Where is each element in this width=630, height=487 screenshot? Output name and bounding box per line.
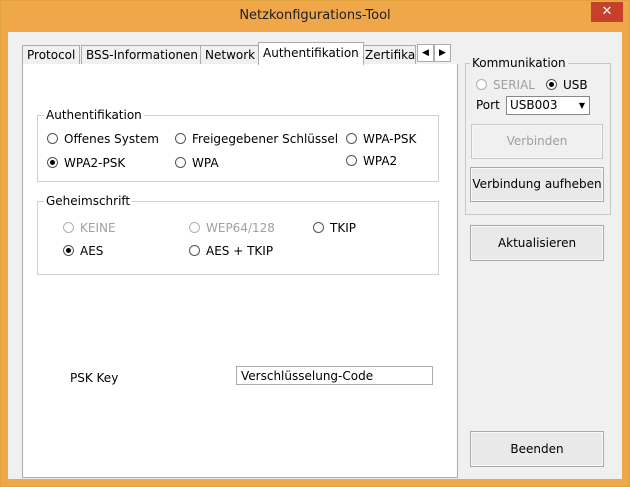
radio-icon (175, 133, 186, 144)
app-window: Netzkonfigurations-Tool ✕ Protocol BSS-I… (0, 0, 630, 487)
authentication-group-label: Authentifikation (46, 108, 142, 122)
radio-label: AES (80, 244, 104, 258)
cipher-group-label: Geheimschrift (46, 194, 131, 208)
radio-label: AES + TKIP (206, 244, 274, 258)
close-button[interactable]: ✕ (591, 2, 623, 22)
title-bar: Netzkonfigurations-Tool ✕ (1, 1, 629, 32)
communication-group-label: Kommunikation (472, 56, 566, 70)
radio-icon (47, 133, 58, 144)
radio-label: Freigegebener Schlüssel (192, 132, 339, 146)
psk-key-input[interactable] (236, 366, 433, 385)
radio-label: KEINE (80, 221, 116, 235)
radio-wpa[interactable]: WPA (175, 155, 219, 171)
radio-icon (63, 222, 74, 233)
radio-label: SERIAL (493, 78, 535, 92)
radio-usb[interactable]: USB (546, 77, 588, 93)
radio-label: WPA (192, 156, 219, 170)
radio-label: Offenes System (64, 132, 159, 146)
radio-icon (189, 222, 200, 233)
radio-label: WPA2 (363, 154, 398, 168)
radio-icon (346, 155, 357, 166)
radio-label: WPA2-PSK (64, 156, 126, 170)
radio-icon (313, 222, 324, 233)
radio-selected-icon (546, 79, 557, 90)
tab-zertifikate[interactable]: Zertifika (360, 45, 416, 64)
radio-icon (346, 133, 357, 144)
radio-label: WPA-PSK (363, 132, 417, 146)
radio-wpa2-psk[interactable]: WPA2-PSK (47, 155, 125, 171)
port-label: Port (476, 98, 500, 112)
tab-scroll-right-button[interactable]: ▶ (434, 44, 451, 62)
radio-selected-icon (63, 245, 74, 256)
radio-wpa-psk[interactable]: WPA-PSK (346, 131, 416, 147)
radio-aes[interactable]: AES (63, 243, 103, 259)
radio-selected-icon (47, 157, 58, 168)
psk-key-label: PSK Key (70, 371, 119, 385)
radio-aes-tkip[interactable]: AES + TKIP (189, 243, 273, 259)
radio-label: TKIP (330, 221, 356, 235)
port-select[interactable]: USB003 ▼ (506, 96, 590, 115)
radio-offenes-system[interactable]: Offenes System (47, 131, 159, 147)
tab-network[interactable]: Network (200, 45, 261, 64)
tab-scroll-left-button[interactable]: ◀ (417, 44, 434, 62)
client-area: Protocol BSS-Informationen Network Authe… (8, 32, 622, 479)
tab-bss-informationen[interactable]: BSS-Informationen (81, 45, 204, 64)
authentication-tab-panel: Authentifikation Offenes System Freigege… (22, 64, 458, 478)
radio-keine[interactable]: KEINE (63, 220, 116, 236)
chevron-down-icon: ▼ (578, 101, 586, 110)
radio-serial[interactable]: SERIAL (476, 77, 535, 93)
radio-icon (476, 79, 487, 90)
radio-wpa2[interactable]: WPA2 (346, 153, 397, 169)
radio-icon (175, 157, 186, 168)
window-title: Netzkonfigurations-Tool (239, 8, 391, 23)
refresh-button[interactable]: Aktualisieren (470, 225, 604, 261)
radio-label: USB (563, 78, 588, 92)
connect-button[interactable]: Verbinden (471, 124, 603, 159)
tab-authentifikation[interactable]: Authentifikation (258, 42, 364, 65)
tab-protocol[interactable]: Protocol (22, 45, 81, 64)
radio-freigegebener-schluessel[interactable]: Freigegebener Schlüssel (175, 131, 338, 147)
arrow-left-icon: ◀ (422, 48, 429, 58)
radio-label: WEP64/128 (206, 221, 275, 235)
radio-icon (189, 245, 200, 256)
radio-wep64-128[interactable]: WEP64/128 (189, 220, 275, 236)
port-select-value: USB003 (510, 98, 558, 112)
exit-button[interactable]: Beenden (470, 431, 604, 467)
radio-tkip[interactable]: TKIP (313, 220, 356, 236)
disconnect-button[interactable]: Verbindung aufheben (470, 167, 604, 202)
close-icon: ✕ (601, 4, 613, 19)
arrow-right-icon: ▶ (439, 48, 446, 58)
